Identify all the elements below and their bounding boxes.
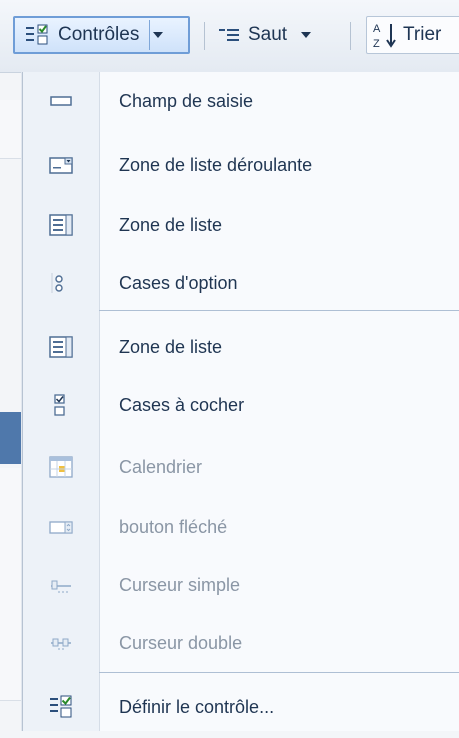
menu-item-label: Cases à cocher [119,395,245,415]
page-break-icon [219,29,239,41]
chevron-down-icon [153,32,164,38]
spin-button-icon [49,521,73,534]
menu-item-combo-box[interactable]: Zone de liste déroulante [23,138,459,196]
menu-item-spin-button: bouton fléché [23,500,459,558]
radio-buttons-icon [51,273,63,293]
menu-item-label: Champ de saisie [119,91,254,111]
menu-item-text-field[interactable]: Champ de saisie [23,74,459,132]
trier-button[interactable]: A Z Trier [366,16,459,54]
trier-label: Trier [403,24,442,45]
checkboxes-icon [54,394,65,416]
list-box-icon [49,214,73,236]
define-control-icon [50,695,72,718]
menu-item-radio-buttons[interactable]: Cases d'option [23,256,459,314]
toolbar-separator [350,22,351,50]
toolbar-separator [204,22,205,50]
calendar-icon [49,456,73,478]
menu-item-label: Calendrier [119,457,203,477]
menu-item-label: Définir le contrôle... [119,697,275,717]
menu-item-calendar: Calendrier [23,440,459,498]
list-box-icon [49,336,73,358]
controls-dropdown-button[interactable] [149,20,166,50]
menu-item-label: Zone de liste déroulante [119,155,313,175]
menu-divider [99,310,459,311]
menu-item-label: Curseur simple [119,575,241,595]
menu-item-list-box[interactable]: Zone de liste [23,198,459,256]
controls-menu: Champ de saisie Zone de liste déroulante… [22,72,459,731]
svg-text:Z: Z [373,38,380,50]
menu-item-list-box-2[interactable]: Zone de liste [23,320,459,378]
menu-item-double-slider: Curseur double [23,616,459,674]
saut-button[interactable]: Saut [218,16,338,54]
toolbar: Contrôles Saut A Z Trier [0,0,459,73]
svg-text:A: A [373,23,381,35]
menu-item-checkboxes[interactable]: Cases à cocher [23,378,459,436]
menu-item-label: Zone de liste [119,337,223,357]
menu-item-define-control[interactable]: Définir le contrôle... [23,680,459,738]
saut-label: Saut [248,24,288,45]
menu-divider [99,672,459,673]
menu-item-label: Curseur double [119,633,243,653]
controls-icon [26,24,48,45]
combo-box-icon [49,157,73,174]
text-field-icon [50,96,72,106]
sort-az-icon: A Z [373,23,396,50]
chevron-down-icon[interactable] [301,32,312,38]
double-slider-icon [51,638,71,650]
menu-item-label: Zone de liste [119,215,223,235]
menu-item-label: bouton fléché [119,517,228,537]
slider-icon [51,580,71,593]
menu-item-label: Cases d'option [119,273,238,293]
controls-label: Contrôles [58,24,140,45]
controls-button[interactable]: Contrôles [13,16,190,54]
menu-item-slider: Curseur simple [23,558,459,616]
